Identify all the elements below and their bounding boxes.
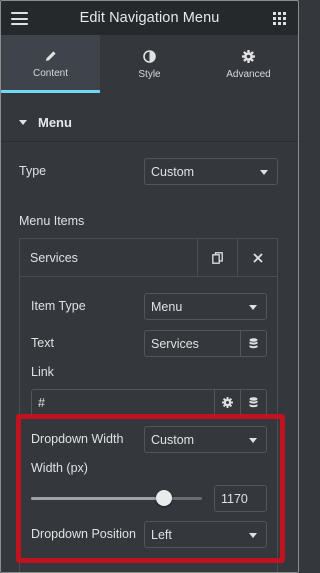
gear-icon — [242, 50, 255, 63]
menu-items-label: Menu Items — [19, 214, 85, 228]
database-icon — [249, 338, 258, 349]
widgets-grid-icon[interactable] — [273, 12, 286, 25]
dropdown-position-select[interactable]: Left — [144, 521, 267, 548]
repeater-item-title: Services — [30, 250, 78, 265]
text-input[interactable]: Services — [144, 330, 267, 357]
database-icon — [249, 397, 258, 408]
tab-advanced-label: Advanced — [226, 69, 271, 80]
text-label: Text — [31, 336, 54, 350]
tab-style[interactable]: Style — [100, 35, 199, 93]
section-title: Menu — [38, 115, 72, 130]
pencil-icon — [45, 51, 56, 61]
dropdown-width-value: Custom — [151, 432, 195, 447]
menu-section-toggle[interactable]: Menu — [1, 104, 298, 142]
item-type-label: Item Type — [31, 299, 86, 313]
half-circle-icon — [143, 50, 156, 63]
link-options-button[interactable] — [214, 390, 240, 415]
dropdown-position-value: Left — [151, 527, 172, 542]
duplicate-button[interactable] — [197, 238, 237, 277]
link-input[interactable]: # — [31, 389, 267, 416]
link-input-value: # — [38, 395, 45, 410]
duplicate-icon — [212, 251, 223, 264]
item-type-select[interactable]: Menu — [144, 293, 267, 320]
remove-button[interactable] — [237, 238, 277, 277]
chevron-down-icon — [249, 304, 257, 310]
tab-style-label: Style — [138, 69, 161, 80]
type-select[interactable]: Custom — [144, 158, 278, 185]
width-slider[interactable] — [31, 490, 202, 506]
slider-fill — [31, 497, 165, 500]
chevron-down-icon — [260, 169, 268, 175]
tab-content[interactable]: Content — [1, 35, 100, 93]
panel-header: Edit Navigation Menu — [1, 1, 298, 35]
caret-down-icon — [19, 120, 27, 125]
panel-title: Edit Navigation Menu — [79, 10, 220, 26]
width-px-label: Width (px) — [31, 461, 88, 475]
chevron-down-icon — [249, 437, 257, 443]
dropdown-width-label: Dropdown Width — [31, 432, 124, 446]
dropdown-position-label: Dropdown Position — [31, 527, 136, 541]
type-select-value: Custom — [151, 164, 195, 179]
tab-content-label: Content — [32, 68, 69, 79]
chevron-down-icon — [249, 532, 257, 538]
item-type-value: Menu — [151, 299, 183, 314]
close-icon — [252, 252, 263, 263]
width-px-value: 1170 — [221, 491, 248, 506]
tab-advanced[interactable]: Advanced — [199, 35, 298, 93]
width-px-input[interactable]: 1170 — [214, 485, 267, 512]
repeater-item-header[interactable]: Services — [20, 238, 277, 277]
link-dynamic-tags-button[interactable] — [240, 390, 266, 415]
menu-icon[interactable] — [11, 12, 28, 25]
type-label: Type — [19, 164, 47, 178]
text-input-value: Services — [151, 336, 199, 351]
link-label: Link — [31, 365, 54, 379]
panel-tabs: Content Style Advanced — [1, 35, 298, 93]
dropdown-width-select[interactable]: Custom — [144, 426, 267, 453]
gear-icon — [222, 397, 233, 408]
dynamic-tags-button[interactable] — [240, 331, 266, 356]
